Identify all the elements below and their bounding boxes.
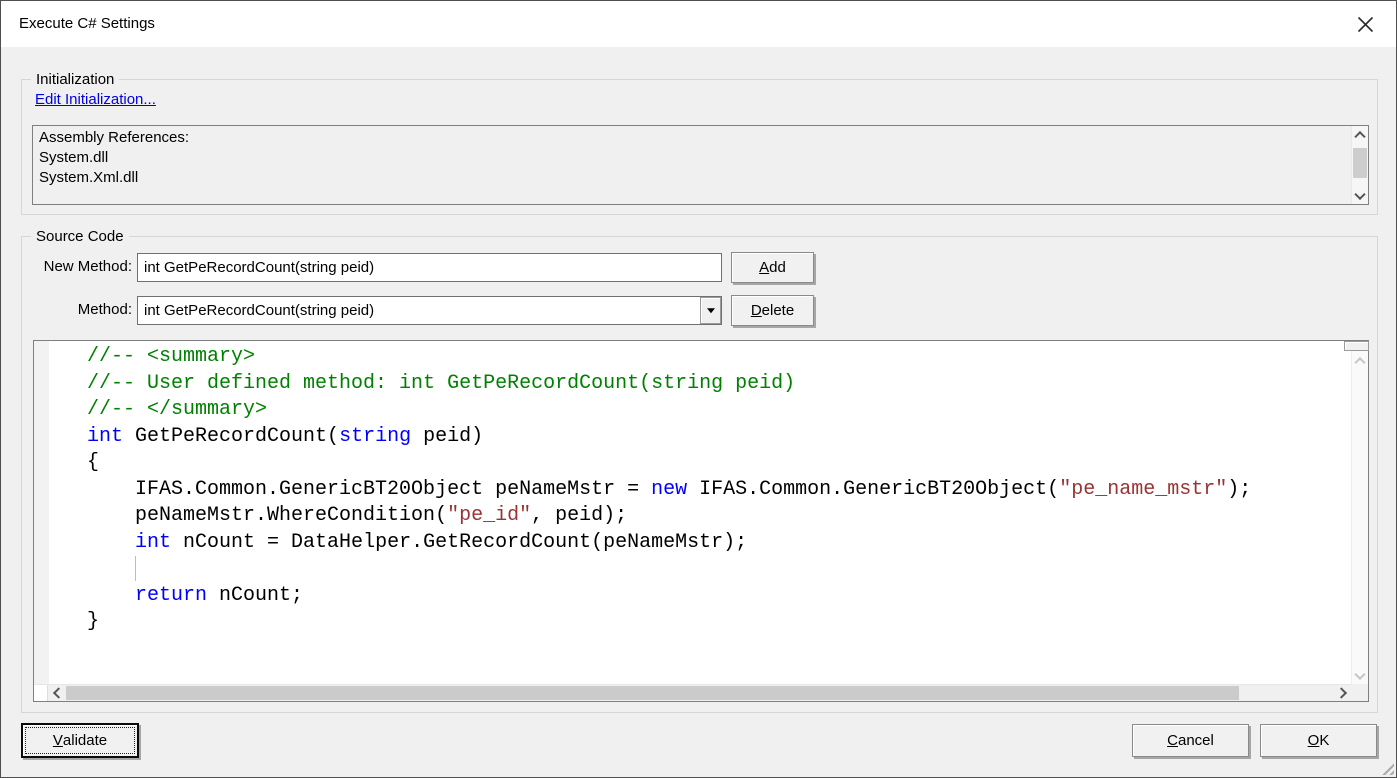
- scroll-thumb[interactable]: [1353, 148, 1367, 178]
- ok-button[interactable]: OK: [1260, 724, 1377, 757]
- chevron-up-icon: [1354, 130, 1365, 141]
- new-method-input[interactable]: [137, 253, 722, 282]
- method-label: Method:: [27, 301, 132, 318]
- scroll-down-button[interactable]: [1352, 187, 1368, 204]
- new-method-label: New Method:: [27, 258, 132, 275]
- method-combobox-value: int GetPeRecordCount(string peid): [144, 297, 697, 324]
- chevron-right-icon: [1335, 687, 1346, 698]
- source-code-group-label: Source Code: [31, 227, 129, 246]
- scrollbar-corner-box: [1351, 684, 1368, 701]
- dialog-window: Execute C# Settings Initialization Edit …: [0, 0, 1397, 778]
- title-bar: Execute C# Settings: [1, 1, 1396, 47]
- editor-horizontal-thumb[interactable]: [66, 686, 1239, 700]
- assembly-references-box[interactable]: Assembly References: System.dll System.X…: [32, 125, 1369, 205]
- resize-grip[interactable]: [1379, 760, 1394, 775]
- editor-horizontal-scrollbar[interactable]: [34, 684, 1351, 701]
- combobox-dropdown-button[interactable]: [700, 297, 721, 324]
- window-title: Execute C# Settings: [19, 1, 155, 47]
- chevron-down-icon: [1354, 668, 1365, 679]
- editor-scroll-down-button[interactable]: [1352, 667, 1368, 684]
- close-icon: [1357, 16, 1374, 33]
- assembly-references-text: Assembly References: System.dll System.X…: [39, 128, 1344, 202]
- dropdown-arrow-icon: [707, 308, 715, 317]
- editor-vertical-scrollbar[interactable]: [1351, 341, 1368, 684]
- editor-selection-margin[interactable]: [34, 341, 49, 684]
- validate-button[interactable]: Validate: [21, 723, 139, 758]
- scroll-up-button[interactable]: [1352, 126, 1368, 143]
- method-combobox[interactable]: int GetPeRecordCount(string peid): [137, 296, 722, 325]
- code-editor[interactable]: //-- <summary> //-- User defined method:…: [33, 340, 1369, 702]
- close-button[interactable]: [1342, 1, 1388, 47]
- text-caret: [135, 556, 136, 581]
- code-content[interactable]: //-- <summary> //-- User defined method:…: [49, 341, 1351, 684]
- cancel-button[interactable]: Cancel: [1132, 724, 1249, 757]
- initialization-group-label: Initialization: [31, 70, 119, 89]
- add-button[interactable]: Add: [731, 252, 814, 283]
- assembly-scrollbar[interactable]: [1351, 126, 1368, 204]
- delete-button[interactable]: Delete: [731, 295, 814, 326]
- initialization-group: Initialization Edit Initialization... As…: [21, 79, 1378, 215]
- editor-scroll-left-button[interactable]: [48, 685, 65, 701]
- chevron-up-icon: [1354, 356, 1365, 367]
- editor-scroll-right-button[interactable]: [1334, 685, 1351, 701]
- chevron-down-icon: [1354, 188, 1365, 199]
- scrollbar-gripper[interactable]: [1344, 341, 1369, 351]
- scrollbar-corner: [34, 685, 48, 701]
- chevron-left-icon: [52, 687, 63, 698]
- edit-initialization-link[interactable]: Edit Initialization...: [35, 91, 156, 108]
- editor-scroll-up-button[interactable]: [1352, 352, 1368, 369]
- source-code-group: Source Code New Method: Add Method: int …: [21, 236, 1378, 713]
